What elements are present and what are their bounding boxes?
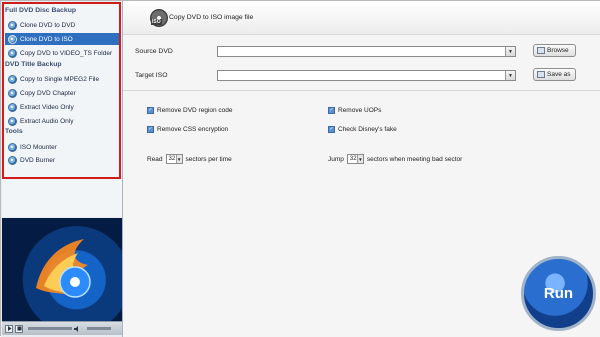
run-button-wrap: Run	[518, 253, 600, 337]
remove-uops-option[interactable]: ✓ Remove UOPs	[328, 107, 381, 114]
read-sectors-select[interactable]: 32 ▼	[165, 154, 183, 164]
play-button[interactable]	[5, 324, 13, 333]
dvd-copy-app-window: Full DVD Disc Backup Clone DVD to DVD Cl…	[0, 0, 600, 337]
iso-logo-text: ISO	[151, 19, 162, 25]
play-icon	[7, 326, 11, 331]
chevron-down-icon[interactable]: ▼	[505, 47, 515, 56]
stop-icon	[17, 326, 21, 331]
jump-sectors-select[interactable]: 32 ▼	[346, 154, 364, 164]
option-label: Remove UOPs	[338, 107, 382, 114]
target-iso-label: Target ISO	[135, 72, 168, 79]
read-sectors-value: 32	[168, 156, 176, 162]
chevron-down-icon[interactable]: ▼	[505, 71, 515, 80]
browse-button[interactable]: Browse	[533, 44, 576, 57]
source-dvd-select[interactable]: ▼	[217, 46, 516, 57]
read-prefix: Read	[147, 155, 163, 163]
chevron-down-icon[interactable]: ▼	[356, 155, 363, 163]
page-title: Copy DVD to ISO image file	[169, 14, 254, 21]
save-as-button[interactable]: Save as	[533, 68, 576, 81]
jump-suffix: sectors when meeting bad sector	[366, 155, 463, 163]
media-player-bar	[2, 321, 122, 335]
sidebar-list: Full DVD Disc Backup Clone DVD to DVD Cl…	[2, 2, 122, 217]
divider	[123, 90, 600, 91]
sidebar: Full DVD Disc Backup Clone DVD to DVD Cl…	[1, 1, 123, 337]
flaming-disc-icon	[36, 239, 91, 298]
read-suffix: sectors per time	[185, 155, 232, 163]
main-panel: ISO Copy DVD to ISO image file Source DV…	[123, 1, 600, 337]
save-icon	[537, 71, 545, 78]
checkbox-checked[interactable]: ✓	[147, 107, 154, 114]
remove-css-option[interactable]: ✓ Remove CSS encryption	[147, 126, 228, 133]
highlight-frame	[2, 2, 121, 179]
jump-sectors-value: 32	[349, 156, 357, 162]
chevron-down-icon[interactable]: ▼	[175, 155, 182, 163]
jump-sectors-row: Jump 32 ▼ sectors when meeting bad secto…	[328, 154, 462, 164]
option-label: Remove CSS encryption	[157, 126, 229, 133]
jump-prefix: Jump	[328, 155, 344, 163]
checkbox-checked[interactable]: ✓	[328, 107, 335, 114]
checkbox-checked[interactable]: ✓	[147, 126, 154, 133]
stop-button[interactable]	[15, 324, 23, 333]
source-dvd-label: Source DVD	[135, 48, 173, 55]
header: ISO Copy DVD to ISO image file	[123, 1, 600, 35]
save-as-button-label: Save as	[547, 71, 571, 78]
remove-region-option[interactable]: ✓ Remove DVD region code	[147, 107, 233, 114]
browse-button-label: Browse	[547, 47, 569, 54]
progress-slider[interactable]	[28, 327, 72, 330]
volume-slider[interactable]	[87, 327, 111, 330]
run-button[interactable]: Run	[521, 256, 596, 331]
app-artwork	[2, 218, 122, 321]
option-label: Remove DVD region code	[157, 107, 233, 114]
target-iso-select[interactable]: ▼	[217, 70, 516, 81]
read-sectors-row: Read 32 ▼ sectors per time	[147, 154, 232, 164]
checkbox-checked[interactable]: ✓	[328, 126, 335, 133]
speaker-icon	[74, 325, 80, 332]
check-disney-option[interactable]: ✓ Check Disney's fake	[328, 126, 397, 133]
folder-icon	[537, 47, 545, 54]
option-label: Check Disney's fake	[338, 126, 397, 133]
